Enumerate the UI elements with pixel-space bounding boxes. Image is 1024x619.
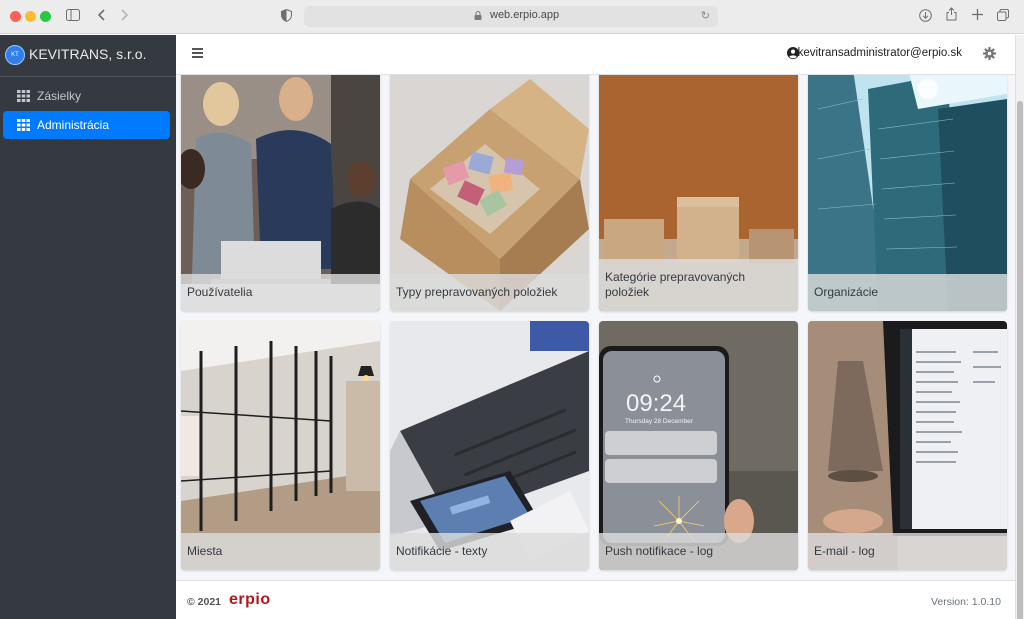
main-content: Používatelia Typy prepravovaných položie… bbox=[176, 75, 1015, 580]
tile-push-notifikace-log[interactable]: 09:24 Thursday 28 December Push notifika… bbox=[599, 321, 798, 570]
scrollbar-thumb[interactable] bbox=[1017, 101, 1023, 619]
share-icon[interactable] bbox=[946, 7, 957, 21]
company-name: KEVITRANS, s.r.o. bbox=[29, 46, 147, 62]
tabs-overview-icon[interactable] bbox=[997, 9, 1009, 21]
tile-typy-poloziek[interactable]: Typy prepravovaných položiek bbox=[390, 75, 589, 311]
menu-icon[interactable] bbox=[192, 48, 203, 58]
top-navbar: kevitransadministrator@erpio.sk bbox=[176, 35, 1015, 75]
sidebar-item-zasielky[interactable]: Zásielky bbox=[3, 82, 170, 110]
tile-label: Organizácie bbox=[808, 274, 1007, 311]
sidebar: KT KEVITRANS, s.r.o. Zásielky Administrá… bbox=[0, 35, 176, 619]
browser-window: web.erpio.app ↻ KT KEVITRANS, s.r.o. Zás… bbox=[0, 0, 1024, 619]
back-icon[interactable] bbox=[97, 9, 105, 21]
tile-label: Push notifikace - log bbox=[599, 533, 798, 570]
page-scrollbar[interactable] bbox=[1015, 35, 1024, 619]
tile-email-log[interactable]: E-mail - log bbox=[808, 321, 1007, 570]
lockscreen-date: Thursday 28 December bbox=[625, 418, 694, 425]
close-window-button[interactable] bbox=[10, 11, 21, 22]
footer: © 2021 erpio Version: 1.0.10 bbox=[176, 580, 1015, 619]
grid-icon bbox=[17, 90, 30, 102]
grid-icon bbox=[17, 119, 30, 131]
tile-label: Notifikácie - texty bbox=[390, 533, 589, 570]
forward-icon[interactable] bbox=[121, 9, 129, 21]
tile-kategorie-poloziek[interactable]: Kategórie prepravovaných položiek bbox=[599, 75, 798, 311]
download-icon[interactable] bbox=[919, 9, 932, 22]
tile-label: E-mail - log bbox=[808, 533, 1007, 570]
user-email-link[interactable]: kevitransadministrator@erpio.sk bbox=[798, 47, 962, 59]
lock-icon bbox=[474, 11, 482, 20]
brand-link[interactable]: KT KEVITRANS, s.r.o. bbox=[0, 35, 176, 77]
zoom-window-button[interactable] bbox=[40, 11, 51, 22]
lockscreen-time: 09:24 bbox=[626, 390, 686, 417]
tile-label: Miesta bbox=[181, 533, 380, 570]
sidebar-item-label: Zásielky bbox=[37, 89, 82, 103]
tile-label: Kategórie prepravovaných položiek bbox=[599, 259, 798, 311]
tile-label: Používatelia bbox=[181, 274, 380, 311]
sidebar-item-label: Administrácia bbox=[37, 118, 110, 132]
shield-icon[interactable] bbox=[281, 9, 292, 22]
url-text: web.erpio.app bbox=[490, 9, 560, 21]
tile-label: Typy prepravovaných položiek bbox=[390, 274, 589, 311]
reload-icon[interactable]: ↻ bbox=[701, 9, 710, 22]
copyright-text: © 2021 bbox=[187, 596, 222, 608]
gear-icon[interactable] bbox=[983, 47, 996, 60]
browser-toolbar: web.erpio.app ↻ bbox=[0, 0, 1024, 34]
address-bar[interactable]: web.erpio.app ↻ bbox=[304, 6, 718, 27]
company-logo: KT bbox=[5, 45, 25, 65]
tile-pouzivatelia[interactable]: Používatelia bbox=[181, 75, 380, 311]
erpio-logo[interactable]: erpio bbox=[229, 591, 271, 609]
tile-miesta[interactable]: Miesta bbox=[181, 321, 380, 570]
minimize-window-button[interactable] bbox=[25, 11, 36, 22]
sidebar-toggle-icon[interactable] bbox=[66, 9, 80, 21]
tile-notifikacie-texty[interactable]: Notifikácie - texty bbox=[390, 321, 589, 570]
new-tab-icon[interactable] bbox=[972, 9, 983, 20]
tile-organizacie[interactable]: Organizácie bbox=[808, 75, 1007, 311]
sidebar-item-administracia[interactable]: Administrácia bbox=[3, 111, 170, 139]
version-text: Version: 1.0.10 bbox=[930, 596, 1001, 608]
